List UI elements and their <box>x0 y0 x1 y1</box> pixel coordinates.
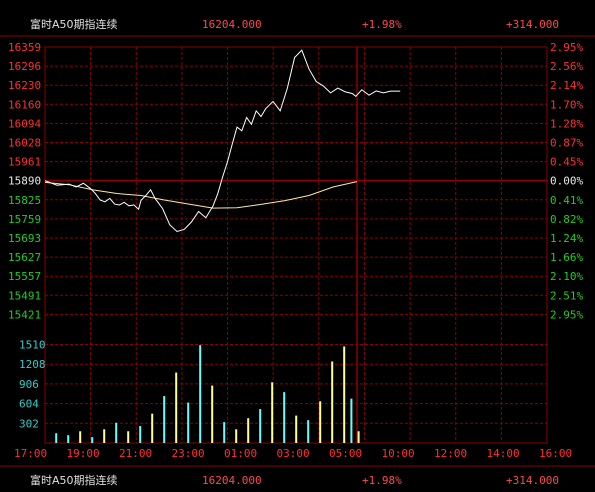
price-line <box>44 49 401 232</box>
time-tick-label: 21:00 <box>119 447 152 460</box>
price-tick-label: 15491 <box>8 289 41 302</box>
volume-bar <box>259 409 262 443</box>
time-tick-label: 12:00 <box>434 447 467 460</box>
volume-bar <box>151 413 154 443</box>
volume-bar <box>103 429 106 443</box>
percent-tick-label: 0.87% <box>550 137 583 150</box>
volume-tick-label: 604 <box>19 398 39 411</box>
volume-tick-label: 1208 <box>19 358 46 371</box>
price-tick-label: 15421 <box>8 308 41 321</box>
price-tick-label: 15890 <box>8 175 41 188</box>
volume-bar <box>235 429 238 443</box>
price-tick-label: 15961 <box>8 156 41 169</box>
volume-bar <box>357 431 360 443</box>
volume-bar <box>319 401 322 443</box>
volume-bar <box>55 433 58 443</box>
volume-bar <box>115 422 118 443</box>
percent-tick-label: 0.41% <box>550 194 583 207</box>
percent-tick-label: 2.95% <box>550 308 583 321</box>
price-tick-label: 15693 <box>8 232 41 245</box>
price-tick-label: 15557 <box>8 270 41 283</box>
percent-tick-label: 1.28% <box>550 117 583 130</box>
time-tick-label: 01:00 <box>224 447 257 460</box>
volume-bar <box>283 392 286 443</box>
volume-bar <box>79 431 82 443</box>
percent-tick-label: 2.51% <box>550 289 583 302</box>
price-tick-label: 16230 <box>8 79 41 92</box>
percent-tick-label: 2.56% <box>550 60 583 73</box>
price-tick-label: 15825 <box>8 194 41 207</box>
volume-bar <box>67 435 70 443</box>
percent-tick-label: 2.14% <box>550 79 583 92</box>
volume-bar <box>91 437 94 443</box>
volume-bar <box>223 422 226 443</box>
volume-bar <box>127 431 130 443</box>
volume-bar <box>271 382 274 443</box>
footer-change-percent: +1.98% <box>362 474 402 487</box>
footer-instrument-name[interactable]: 富时A50期指连续 <box>30 472 118 490</box>
price-tick-label: 16359 <box>8 41 41 54</box>
percent-tick-label: 1.66% <box>550 251 583 264</box>
volume-bar <box>331 361 334 443</box>
percent-tick-label: 0.00% <box>550 175 583 188</box>
price-tick-label: 16028 <box>8 137 41 150</box>
volume-tick-label: 906 <box>19 378 39 391</box>
average-price-line <box>44 181 356 209</box>
volume-bar <box>199 345 202 443</box>
percent-tick-label: 1.24% <box>550 232 583 245</box>
time-tick-label: 19:00 <box>67 447 100 460</box>
percent-tick-label: 1.70% <box>550 98 583 111</box>
volume-bar <box>343 346 346 443</box>
volume-bar <box>350 398 353 443</box>
footer-change-absolute: +314.000 <box>506 474 559 487</box>
volume-bar <box>139 426 142 443</box>
price-tick-label: 15759 <box>8 213 41 226</box>
volume-bar <box>247 418 250 443</box>
time-tick-label: 23:00 <box>172 447 205 460</box>
volume-bar <box>163 396 166 443</box>
time-tick-label: 16:00 <box>539 447 572 460</box>
volume-bar <box>295 415 298 443</box>
time-tick-label: 05:00 <box>329 447 362 460</box>
footer-bar: 富时A50期指连续 16204.000 +1.98% +314.000 <box>0 472 595 490</box>
time-tick-label: 17:00 <box>14 447 47 460</box>
price-tick-label: 16094 <box>8 117 41 130</box>
price-tick-label: 15627 <box>8 251 41 264</box>
volume-bar <box>175 372 178 443</box>
percent-tick-label: 2.95% <box>550 41 583 54</box>
volume-bar <box>307 420 310 443</box>
volume-tick-label: 1510 <box>19 339 46 352</box>
volume-bar <box>211 385 214 443</box>
intraday-chart[interactable]: 16359 2.95% 16296 2.56% 16230 2.14% 16160 1.70%… <box>0 0 595 492</box>
volume-tick-label: 302 <box>19 417 39 430</box>
time-tick-label: 03:00 <box>277 447 310 460</box>
volume-bar <box>187 402 190 443</box>
footer-last-price: 16204.000 <box>202 474 262 487</box>
time-tick-label: 10:00 <box>382 447 415 460</box>
percent-tick-label: 2.10% <box>550 270 583 283</box>
percent-tick-label: 0.45% <box>550 156 583 169</box>
percent-tick-label: 0.82% <box>550 213 583 226</box>
price-tick-label: 16296 <box>8 60 41 73</box>
price-tick-label: 16160 <box>8 98 41 111</box>
time-tick-label: 14:00 <box>487 447 520 460</box>
